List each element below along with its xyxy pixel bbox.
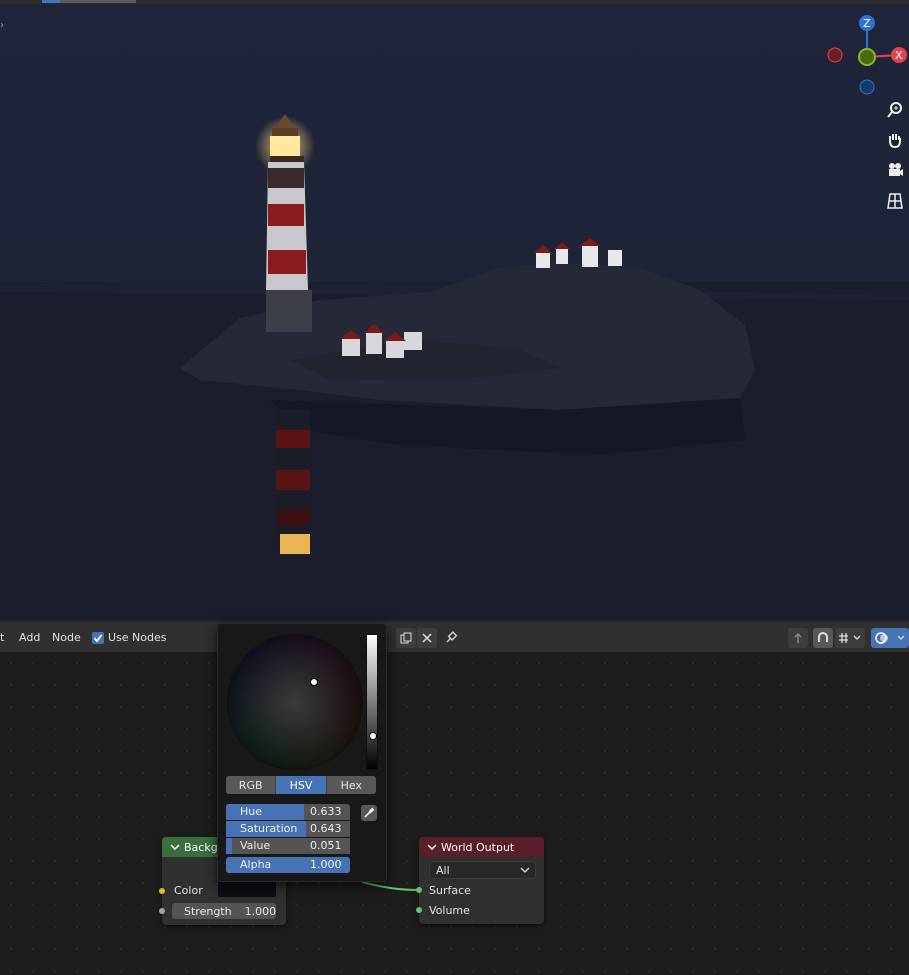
alpha-label: Alpha (240, 858, 272, 871)
use-nodes-label: Use Nodes (108, 631, 167, 644)
collapse-chevron-icon[interactable] (170, 842, 180, 852)
tab-hex[interactable]: Hex (326, 776, 376, 794)
menu-select[interactable]: t (0, 631, 4, 644)
tab-hsv[interactable]: HSV (276, 776, 327, 794)
duplicate-icon[interactable] (396, 628, 416, 648)
saturation-field[interactable]: Saturation 0.643 (226, 821, 350, 837)
strength-input-socket[interactable] (159, 908, 165, 914)
volume-input-socket[interactable] (416, 907, 422, 913)
pan-hand-icon[interactable] (881, 127, 909, 153)
gizmo-x-label: X (895, 49, 903, 62)
value-slider[interactable] (366, 634, 378, 770)
chevron-down-icon (520, 867, 530, 873)
world-output-header[interactable]: World Output (419, 837, 544, 857)
value-label: Value (240, 839, 271, 852)
saturation-label: Saturation (240, 822, 298, 835)
target-select[interactable]: All (429, 861, 536, 879)
hue-label: Hue (240, 805, 263, 818)
menu-add[interactable]: Add (19, 631, 40, 644)
surface-input-label: Surface (429, 884, 471, 897)
snap-icon[interactable] (813, 628, 833, 648)
strength-value: 1.000 (244, 904, 277, 918)
collapse-chevron-icon[interactable] (427, 842, 437, 852)
value-field[interactable]: Value 0.051 (226, 838, 350, 854)
zoom-icon[interactable] (881, 97, 909, 123)
3d-viewport[interactable]: › Z X (0, 0, 909, 620)
camera-icon[interactable] (881, 157, 909, 183)
saturation-value: 0.643 (310, 822, 342, 835)
color-wheel-cursor[interactable] (310, 678, 318, 686)
surface-input-socket[interactable] (416, 887, 422, 893)
parent-node-tree-icon[interactable] (788, 628, 808, 648)
use-nodes-checkbox[interactable] (92, 632, 104, 644)
node-link (361, 881, 420, 891)
perspective-grid-icon[interactable] (881, 188, 909, 214)
color-picker-popup: RGB HSV Hex Hue 0.633 Saturation 0.643 V… (217, 623, 387, 882)
tab-rgb[interactable]: RGB (226, 776, 277, 794)
target-select-value: All (436, 863, 450, 877)
eyedropper-icon[interactable] (361, 805, 377, 821)
alpha-value: 1.000 (310, 858, 342, 871)
world-output-title: World Output (441, 840, 515, 854)
snap-target-dropdown[interactable] (835, 628, 865, 648)
strength-field[interactable]: Strength 1.000 (172, 903, 276, 919)
color-wheel[interactable] (227, 634, 363, 770)
close-icon[interactable] (417, 628, 437, 648)
value-slider-knob[interactable] (369, 732, 377, 740)
color-input-label: Color (174, 884, 203, 897)
gizmo-z-label: Z (863, 17, 871, 30)
strength-label: Strength (184, 904, 232, 918)
value-value: 0.051 (310, 839, 342, 852)
overlays-dropdown[interactable] (871, 628, 909, 648)
color-input-socket[interactable] (159, 888, 165, 894)
hue-field[interactable]: Hue 0.633 (226, 804, 350, 820)
lighthouse-scene: Z X (0, 15, 909, 620)
node-editor-header: t Add Node Use Nodes (0, 620, 909, 654)
node-editor-canvas[interactable]: Backgro Color Strength 1.000 World Outpu… (0, 652, 909, 975)
pin-icon[interactable] (441, 628, 461, 648)
hue-value: 0.633 (310, 805, 342, 818)
world-output-node[interactable]: World Output All Surface Volume (419, 837, 544, 924)
color-mode-tabs: RGB HSV Hex (226, 776, 376, 794)
volume-input-label: Volume (429, 904, 470, 917)
alpha-field[interactable]: Alpha 1.000 (226, 857, 350, 873)
menu-node[interactable]: Node (52, 631, 81, 644)
